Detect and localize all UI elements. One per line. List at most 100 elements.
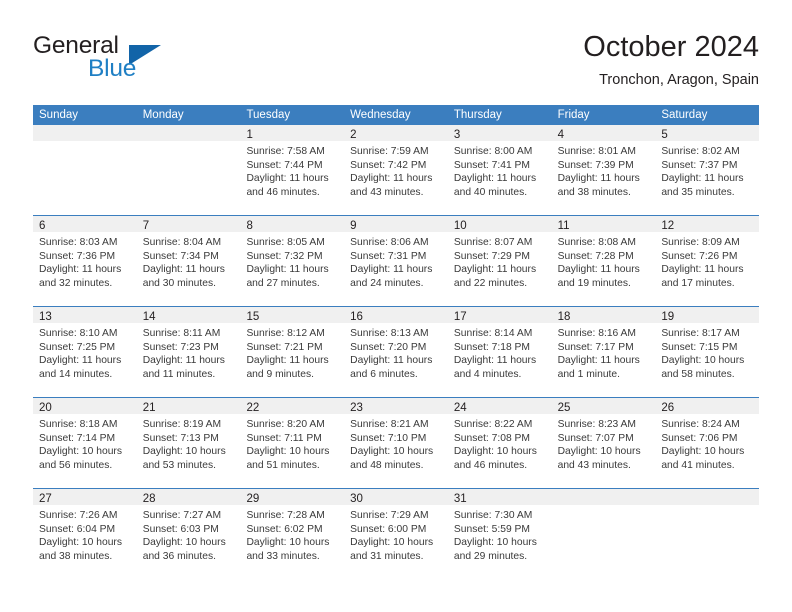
daylight-text: and 14 minutes. <box>39 368 113 380</box>
calendar-day-cell[interactable]: 22 Sunrise: 8:20 AM Sunset: 7:11 PM Dayligh… <box>240 398 345 488</box>
daylight-text: and 22 minutes. <box>453 277 528 289</box>
day-number-band: 28 <box>136 489 241 505</box>
location-subtitle: Tronchon, Aragon, Spain <box>599 72 759 88</box>
day-number: 8 <box>246 220 253 232</box>
day-number-band: 8 <box>240 216 345 232</box>
calendar-weeks: 1 Sunrise: 7:58 AM Sunset: 7:44 PM Daylight… <box>33 125 760 579</box>
calendar-day-cell[interactable]: 3 Sunrise: 8:00 AM Sunset: 7:41 PM Daylight… <box>447 125 552 215</box>
day-number: 1 <box>246 129 253 141</box>
day-number: 21 <box>142 402 156 414</box>
daylight-text: Daylight: 10 hours <box>661 355 745 367</box>
calendar-day-cell[interactable]: 21 Sunrise: 8:19 AM Sunset: 7:13 PM Dayligh… <box>136 398 241 488</box>
sunrise-text: Sunrise: 8:04 AM <box>142 237 222 248</box>
daylight-text: and 38 minutes. <box>39 550 113 562</box>
sunset-text: Sunset: 7:26 PM <box>661 250 738 262</box>
sunrise-text: Sunrise: 8:05 AM <box>246 237 325 248</box>
day-details: Sunrise: 8:04 AM Sunset: 7:34 PM Daylight:… <box>137 232 241 290</box>
sunrise-text: Sunrise: 8:22 AM <box>453 419 533 430</box>
sunrise-text: Sunrise: 8:21 AM <box>350 419 429 430</box>
day-details: Sunrise: 8:21 AM Sunset: 7:10 PM Daylight:… <box>344 414 448 472</box>
day-details <box>137 141 241 145</box>
daylight-text: Daylight: 10 hours <box>246 537 330 549</box>
daylight-text: and 17 minutes. <box>661 277 735 289</box>
day-details: Sunrise: 8:08 AM Sunset: 7:28 PM Daylight:… <box>552 232 656 290</box>
day-details: Sunrise: 8:20 AM Sunset: 7:11 PM Daylight:… <box>240 414 344 472</box>
daylight-text: and 53 minutes. <box>142 459 216 471</box>
sunset-text: Sunset: 7:23 PM <box>142 341 219 353</box>
day-number: 5 <box>661 129 668 141</box>
daylight-text: and 41 minutes. <box>661 459 735 471</box>
day-details: Sunrise: 8:03 AM Sunset: 7:36 PM Daylight:… <box>33 232 137 290</box>
general-blue-logo[interactable]: General Blue <box>33 32 233 90</box>
sunrise-text: Sunrise: 8:13 AM <box>350 328 429 339</box>
calendar-day-cell[interactable]: 16 Sunrise: 8:13 AM Sunset: 7:20 PM Dayligh… <box>344 307 448 397</box>
day-details <box>552 505 656 509</box>
sunset-text: Sunset: 7:21 PM <box>246 341 323 353</box>
day-number-band: 10 <box>447 216 552 232</box>
sunrise-text: Sunrise: 8:08 AM <box>557 237 637 248</box>
calendar-day-cell[interactable]: 23 Sunrise: 8:21 AM Sunset: 7:10 PM Dayligh… <box>344 398 448 488</box>
daylight-text: Daylight: 11 hours <box>39 355 122 367</box>
day-details: Sunrise: 7:30 AM Sunset: 5:59 PM Daylight:… <box>448 505 552 563</box>
daylight-text: Daylight: 10 hours <box>350 537 434 549</box>
day-number: 24 <box>453 402 467 414</box>
calendar-day-cell[interactable]: 7 Sunrise: 8:04 AM Sunset: 7:34 PM Daylight… <box>136 216 241 306</box>
calendar-day-cell[interactable]: 13 Sunrise: 8:10 AM Sunset: 7:25 PM Dayligh… <box>33 307 137 397</box>
sunrise-text: Sunrise: 8:03 AM <box>39 237 118 248</box>
day-number: 14 <box>142 311 156 323</box>
day-number-band: 9 <box>344 216 448 232</box>
day-number: 17 <box>453 311 467 323</box>
calendar-day-cell[interactable]: 10 Sunrise: 8:07 AM Sunset: 7:29 PM Dayligh… <box>447 216 552 306</box>
calendar-day-cell[interactable]: 27 Sunrise: 7:26 AM Sunset: 6:04 PM Dayligh… <box>33 489 137 579</box>
calendar-day-cell[interactable]: 4 Sunrise: 8:01 AM Sunset: 7:39 PM Daylight… <box>551 125 656 215</box>
sunset-text: Sunset: 7:25 PM <box>39 341 116 353</box>
day-number-band: 16 <box>344 307 448 323</box>
calendar-day-cell[interactable]: 17 Sunrise: 8:14 AM Sunset: 7:18 PM Dayligh… <box>447 307 552 397</box>
daylight-text: and 51 minutes. <box>246 459 320 471</box>
sunrise-text: Sunrise: 8:24 AM <box>661 419 740 430</box>
calendar-day-cell[interactable]: 28 Sunrise: 7:27 AM Sunset: 6:03 PM Dayligh… <box>136 489 241 579</box>
day-number: 26 <box>661 402 675 414</box>
calendar-day-cell[interactable]: 12 Sunrise: 8:09 AM Sunset: 7:26 PM Dayligh… <box>655 216 760 306</box>
daylight-text: and 19 minutes. <box>557 277 631 289</box>
calendar-day-cell[interactable]: 25 Sunrise: 8:23 AM Sunset: 7:07 PM Dayligh… <box>551 398 656 488</box>
day-number-band <box>551 489 656 505</box>
day-details: Sunrise: 8:05 AM Sunset: 7:32 PM Daylight:… <box>240 232 344 290</box>
sunset-text: Sunset: 7:34 PM <box>142 250 219 262</box>
calendar-day-cell[interactable]: 20 Sunrise: 8:18 AM Sunset: 7:14 PM Dayligh… <box>33 398 137 488</box>
calendar-day-cell[interactable]: 11 Sunrise: 8:08 AM Sunset: 7:28 PM Dayligh… <box>551 216 656 306</box>
daylight-text: Daylight: 11 hours <box>350 355 433 367</box>
daylight-text: and 32 minutes. <box>39 277 113 289</box>
calendar-day-cell[interactable]: 6 Sunrise: 8:03 AM Sunset: 7:36 PM Daylight… <box>33 216 137 306</box>
day-details: Sunrise: 8:00 AM Sunset: 7:41 PM Daylight:… <box>448 141 552 199</box>
calendar-day-cell[interactable]: 1 Sunrise: 7:58 AM Sunset: 7:44 PM Daylight… <box>240 125 345 215</box>
calendar-day-cell[interactable]: 9 Sunrise: 8:06 AM Sunset: 7:31 PM Daylight… <box>344 216 448 306</box>
calendar-day-cell[interactable]: 29 Sunrise: 7:28 AM Sunset: 6:02 PM Dayligh… <box>240 489 345 579</box>
calendar-day-cell[interactable]: 15 Sunrise: 8:12 AM Sunset: 7:21 PM Dayligh… <box>240 307 345 397</box>
daylight-text: and 36 minutes. <box>142 550 216 562</box>
day-number-band: 27 <box>33 489 137 505</box>
calendar-day-cell-empty <box>551 489 656 579</box>
calendar-day-cell[interactable]: 19 Sunrise: 8:17 AM Sunset: 7:15 PM Dayligh… <box>655 307 760 397</box>
weekday-header-tuesday: Tuesday <box>246 109 291 121</box>
calendar-day-cell[interactable]: 26 Sunrise: 8:24 AM Sunset: 7:06 PM Dayligh… <box>655 398 760 488</box>
daylight-text: and 40 minutes. <box>453 186 528 198</box>
sunset-text: Sunset: 7:31 PM <box>350 250 427 262</box>
calendar-day-cell[interactable]: 2 Sunrise: 7:59 AM Sunset: 7:42 PM Daylight… <box>344 125 448 215</box>
day-details: Sunrise: 8:14 AM Sunset: 7:18 PM Daylight:… <box>448 323 552 381</box>
calendar-day-cell[interactable]: 8 Sunrise: 8:05 AM Sunset: 7:32 PM Daylight… <box>240 216 345 306</box>
calendar-day-cell[interactable]: 14 Sunrise: 8:11 AM Sunset: 7:23 PM Dayligh… <box>136 307 241 397</box>
day-number: 6 <box>39 220 46 232</box>
daylight-text: Daylight: 11 hours <box>661 173 744 185</box>
calendar-week-row: 1 Sunrise: 7:58 AM Sunset: 7:44 PM Daylight… <box>33 125 760 215</box>
sunset-text: Sunset: 6:02 PM <box>246 523 323 535</box>
calendar-day-cell[interactable]: 18 Sunrise: 8:16 AM Sunset: 7:17 PM Dayligh… <box>551 307 656 397</box>
daylight-text: Daylight: 10 hours <box>142 537 226 549</box>
weekday-header-monday: Monday <box>142 109 184 121</box>
calendar-day-cell[interactable]: 31 Sunrise: 7:30 AM Sunset: 5:59 PM Dayligh… <box>447 489 552 579</box>
calendar-day-cell[interactable]: 24 Sunrise: 8:22 AM Sunset: 7:08 PM Dayligh… <box>447 398 552 488</box>
calendar-day-cell[interactable]: 30 Sunrise: 7:29 AM Sunset: 6:00 PM Dayligh… <box>344 489 448 579</box>
daylight-text: Daylight: 11 hours <box>39 264 122 276</box>
calendar-day-cell[interactable]: 5 Sunrise: 8:02 AM Sunset: 7:37 PM Daylight… <box>655 125 760 215</box>
page-header: General Blue October 2024 Tronchon, Arag… <box>33 30 759 98</box>
